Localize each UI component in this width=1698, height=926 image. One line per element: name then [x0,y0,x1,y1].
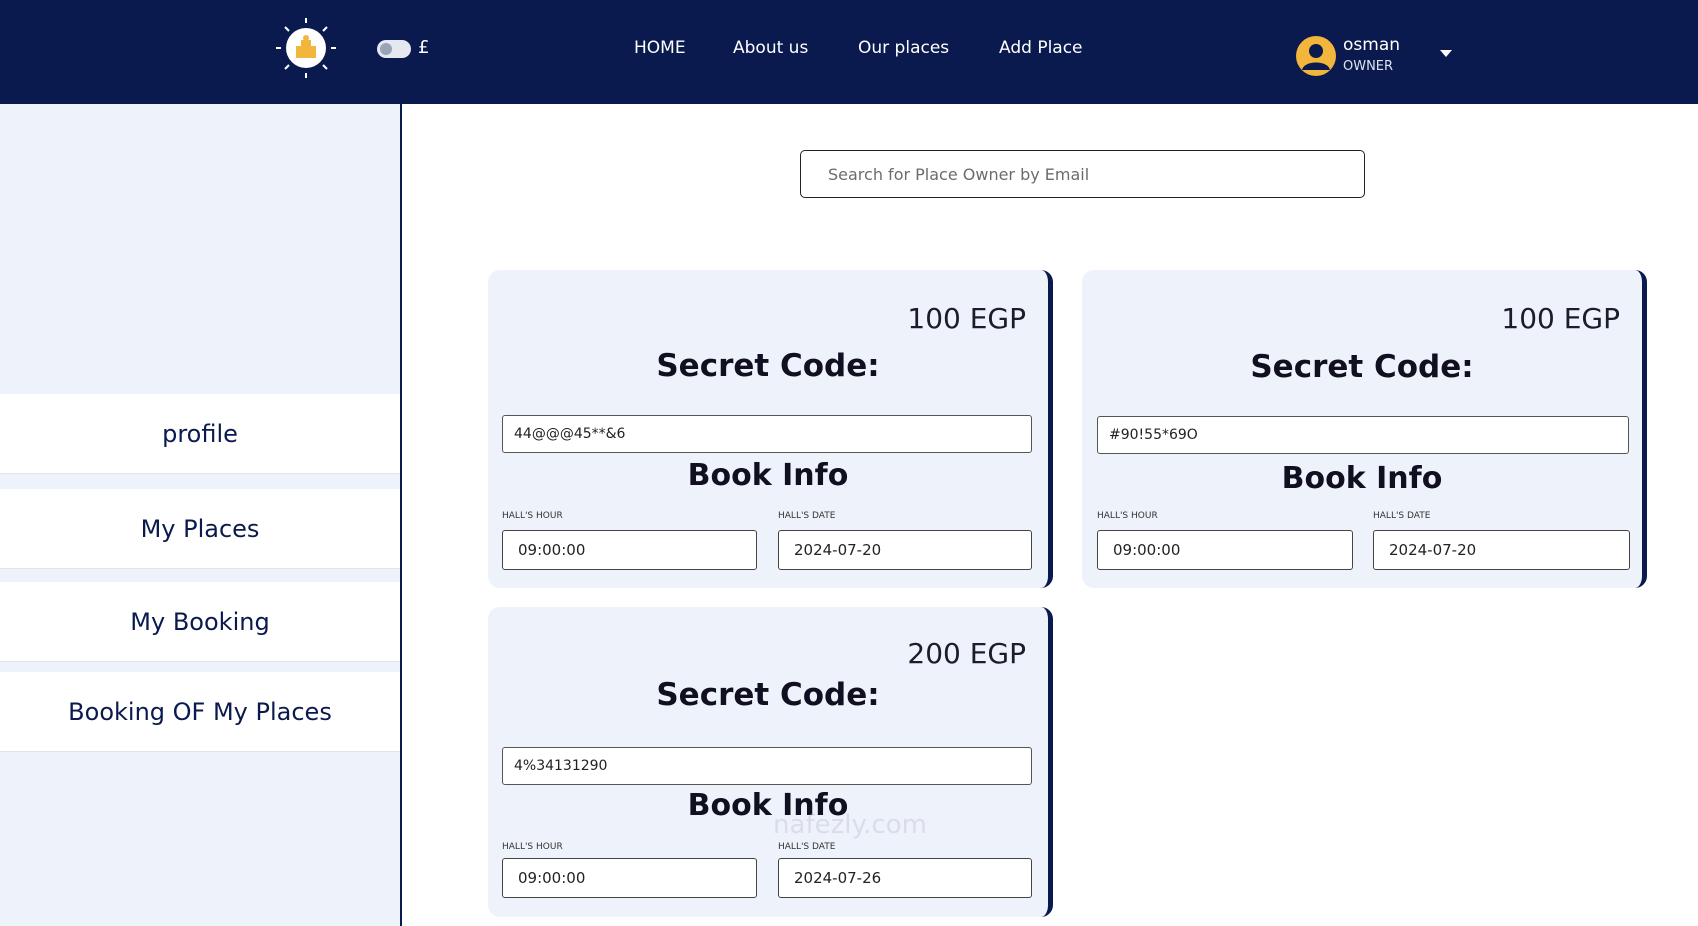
top-navbar: £ HOME About us Our places Add Place osm… [0,0,1698,104]
search-owner-email-input[interactable] [800,150,1365,198]
secret-code-field[interactable] [502,415,1032,453]
site-logo[interactable] [270,16,342,80]
halls-date-field[interactable] [778,858,1032,898]
book-info-heading: Book Info [1281,461,1443,496]
halls-date-field[interactable] [1373,530,1630,570]
secret-code-heading: Secret Code: [656,677,880,713]
halls-hour-label: HALL'S HOUR [1097,511,1158,521]
secret-code-field[interactable] [1097,416,1629,454]
book-info-heading: Book Info [687,458,849,493]
booking-card: 200 EGP Secret Code: Book Info HALL'S HO… [488,607,1053,917]
halls-hour-field[interactable] [502,858,757,898]
currency-symbol[interactable]: £ [418,37,429,58]
theme-toggle[interactable] [377,40,411,58]
halls-date-field[interactable] [778,530,1032,570]
price-label: 100 EGP [907,302,1026,335]
price-label: 100 EGP [1501,302,1620,335]
user-role: OWNER [1343,59,1394,74]
halls-hour-label: HALL'S HOUR [502,842,563,852]
secret-code-heading: Secret Code: [656,348,880,384]
sidebar-item-my-booking[interactable]: My Booking [0,582,400,662]
nav-our-places[interactable]: Our places [858,38,949,58]
nav-about-us[interactable]: About us [733,38,808,58]
booking-card: 100 EGP Secret Code: Book Info HALL'S HO… [1082,270,1647,588]
nav-home[interactable]: HOME [634,38,686,58]
book-info-heading: Book Info [687,788,849,823]
booking-card: 100 EGP Secret Code: Book Info HALL'S HO… [488,270,1053,588]
nav-add-place[interactable]: Add Place [999,38,1083,58]
chevron-down-icon[interactable] [1440,50,1452,57]
toggle-knob [380,43,392,55]
secret-code-heading: Secret Code: [1250,349,1474,385]
sidebar-item-my-places[interactable]: My Places [0,489,400,569]
halls-hour-label: HALL'S HOUR [502,511,563,521]
sidebar-item-booking-of-my-places[interactable]: Booking OF My Places [0,672,400,752]
user-name[interactable]: osman [1343,35,1400,55]
price-label: 200 EGP [907,637,1026,670]
halls-date-label: HALL'S DATE [778,511,836,521]
secret-code-field[interactable] [502,747,1032,785]
sidebar-item-profile[interactable]: profile [0,394,400,474]
halls-hour-field[interactable] [502,530,757,570]
user-avatar-icon[interactable] [1296,36,1336,76]
halls-hour-field[interactable] [1097,530,1353,570]
sidebar: profile My Places My Booking Booking OF … [0,104,402,926]
halls-date-label: HALL'S DATE [1373,511,1431,521]
halls-date-label: HALL'S DATE [778,842,836,852]
